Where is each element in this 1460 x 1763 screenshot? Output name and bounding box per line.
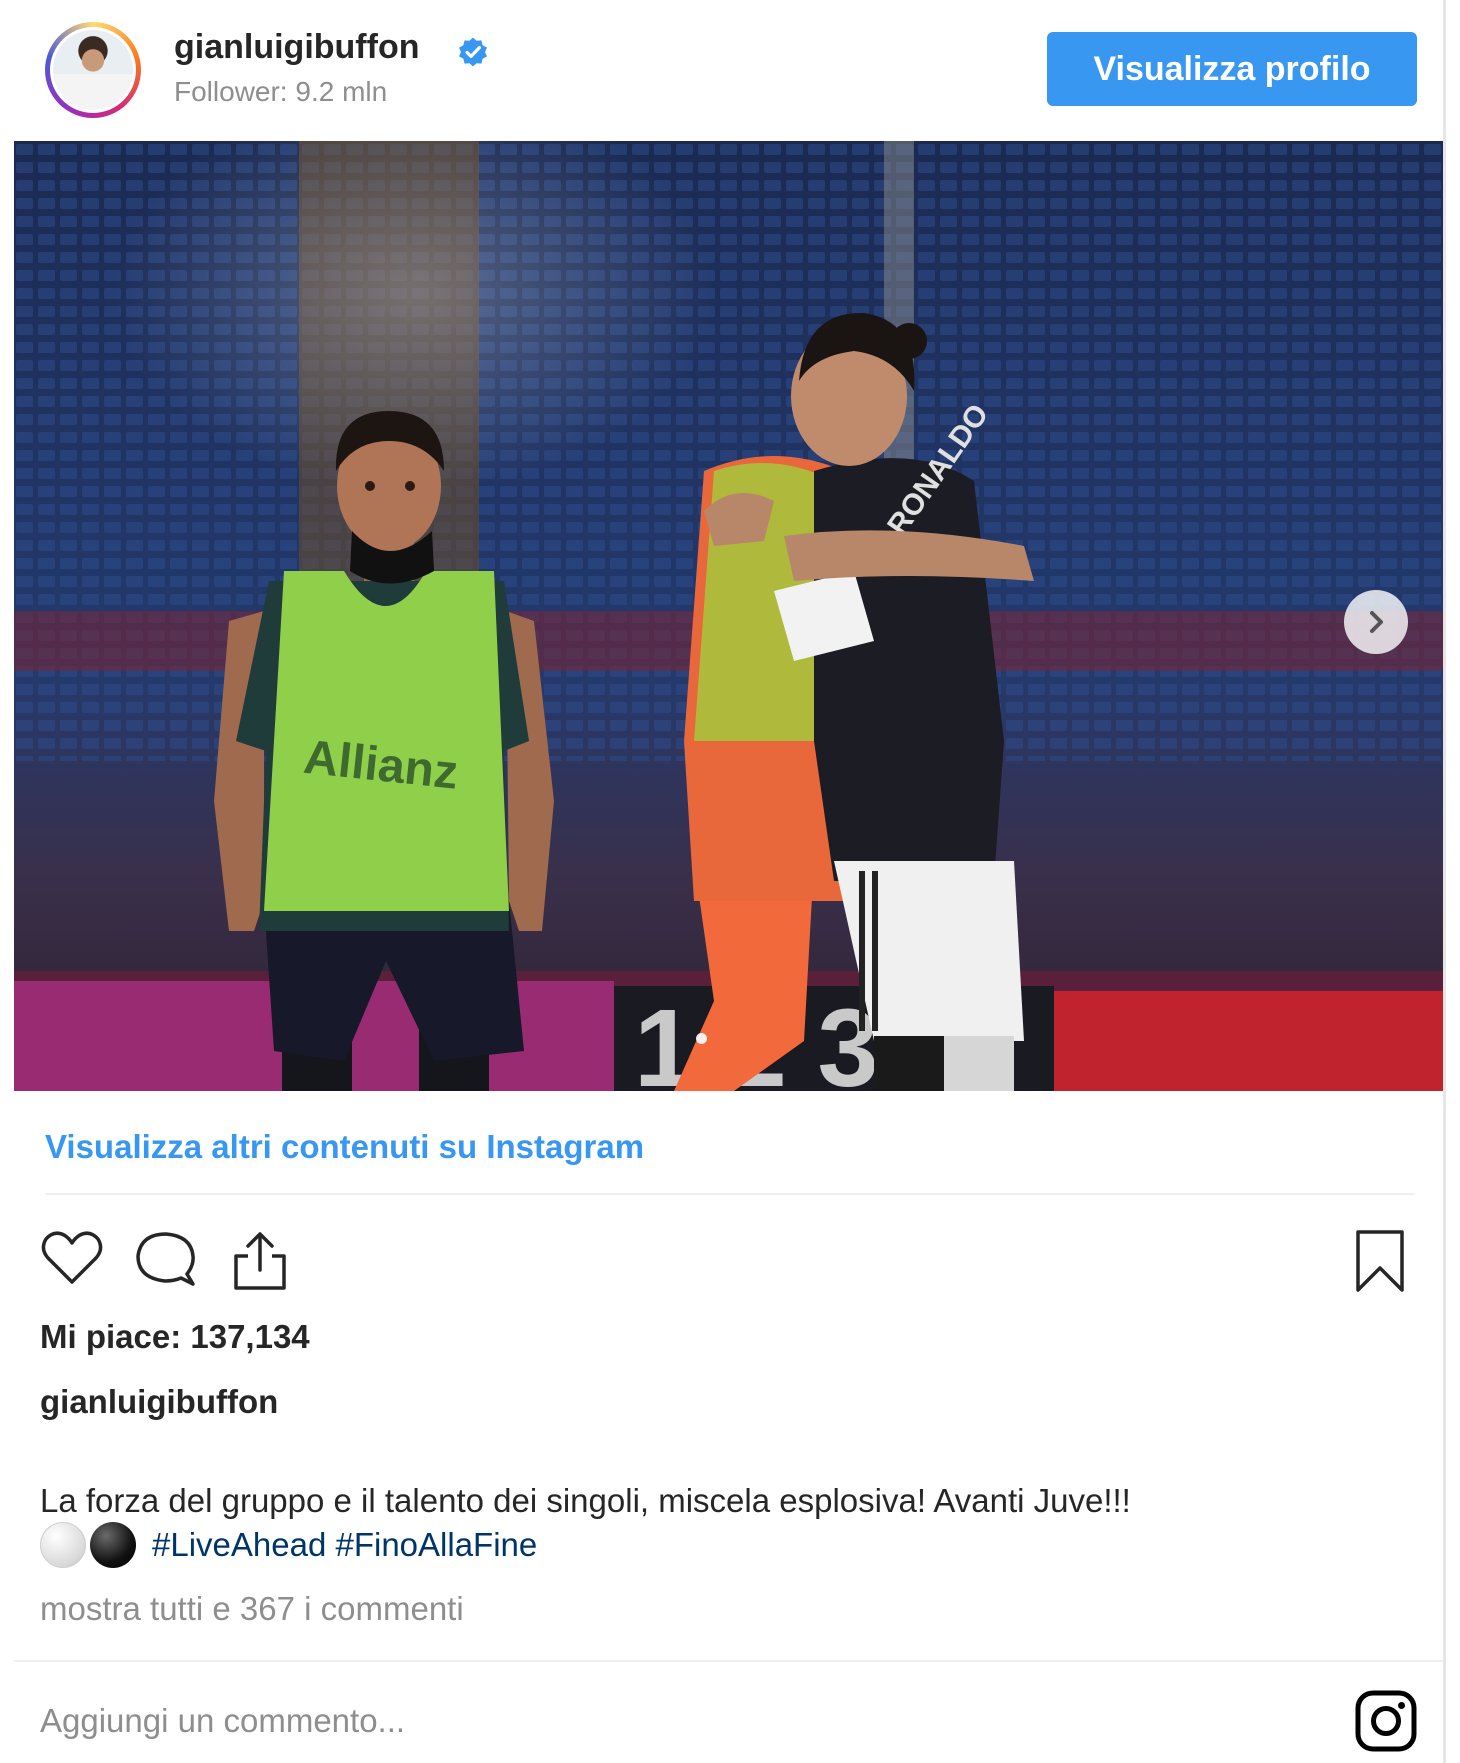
white-circle-emoji-icon — [40, 1522, 86, 1568]
header-username[interactable]: gianluigibuffon — [174, 28, 420, 67]
share-icon[interactable] — [228, 1228, 292, 1292]
likes-count[interactable]: Mi piace: 137,134 — [40, 1318, 310, 1356]
bookmark-icon[interactable] — [1352, 1228, 1408, 1294]
avatar[interactable] — [45, 22, 141, 118]
next-photo-button[interactable] — [1344, 590, 1408, 654]
more-content-link[interactable]: Visualizza altri contenuti su Instagram — [45, 1128, 644, 1166]
view-all-comments-link[interactable]: mostra tutti e 367 i commenti — [40, 1590, 464, 1628]
caption-emoji-row: #LiveAhead #FinoAllaFine — [40, 1522, 537, 1568]
post-photo[interactable]: 1 2 3 Allianz — [14, 141, 1443, 1091]
instagram-embed-card: gianluigibuffon Follower: 9.2 mln Visual… — [0, 0, 1446, 1763]
black-circle-emoji-icon — [90, 1522, 136, 1568]
comment-icon[interactable] — [133, 1228, 197, 1290]
view-profile-button[interactable]: Visualizza profilo — [1047, 32, 1417, 106]
photo-illustration: 1 2 3 Allianz — [14, 141, 1443, 1091]
heart-icon[interactable] — [40, 1228, 104, 1288]
carousel-indicator-dot — [696, 1033, 707, 1044]
add-comment-input[interactable]: Aggiungi un commento... — [40, 1702, 405, 1740]
follower-count: Follower: 9.2 mln — [174, 76, 388, 107]
divider — [14, 1660, 1443, 1662]
hashtags[interactable]: #LiveAhead #FinoAllaFine — [152, 1526, 537, 1564]
verified-badge-icon — [459, 37, 487, 67]
caption-text: La forza del gruppo e il talento dei sin… — [40, 1482, 1131, 1519]
divider — [45, 1193, 1415, 1195]
chevron-right-icon — [1370, 611, 1383, 633]
instagram-logo-icon[interactable] — [1355, 1690, 1417, 1752]
caption-username[interactable]: gianluigibuffon — [40, 1383, 278, 1421]
avatar-photo — [53, 30, 133, 110]
